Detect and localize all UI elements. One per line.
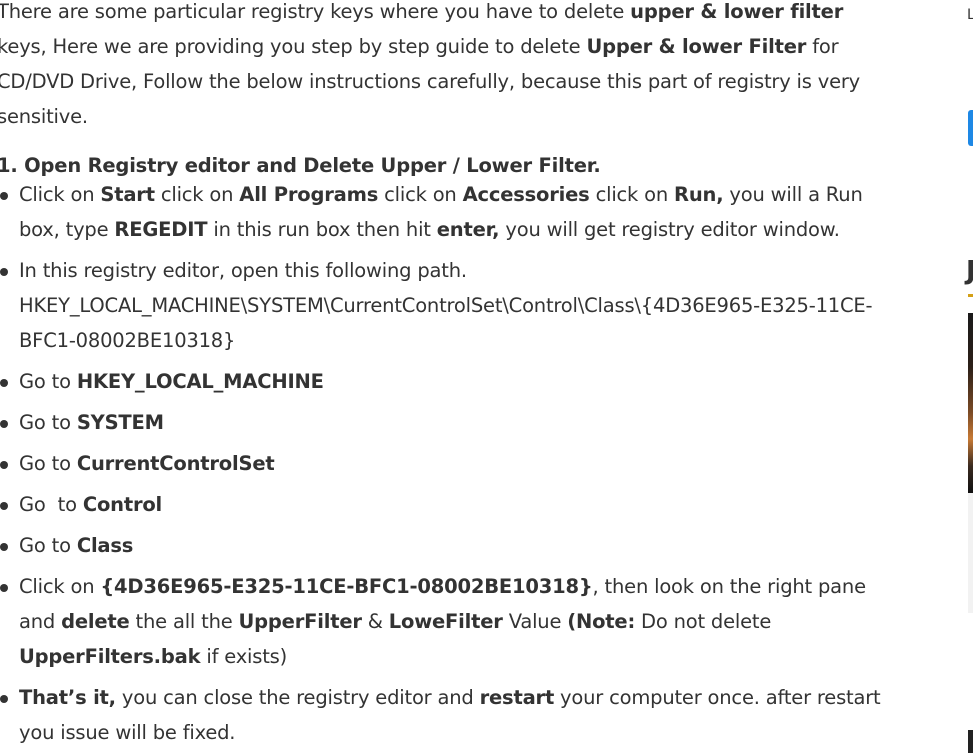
sidebar-heading-fragment: J	[966, 256, 973, 286]
registry-path: HKEY_LOCAL_MACHINE\SYSTEM\CurrentControl…	[19, 294, 873, 352]
step-open-path: In this registry editor, open this follo…	[0, 253, 897, 358]
sidebar-text-fragment: L	[967, 7, 973, 23]
sidebar-button[interactable]	[968, 110, 973, 146]
step-open-run: Click on Start click on All Programs cli…	[0, 177, 897, 247]
article-body: There are some particular registry keys …	[0, 0, 897, 756]
step-class: Go to Class	[0, 528, 897, 563]
sidebar-image-area	[968, 493, 973, 613]
sidebar-heading-underline	[968, 294, 973, 297]
step-currentcontrolset: Go to CurrentControlSet	[0, 446, 897, 481]
steps-list: Click on Start click on All Programs cli…	[0, 177, 897, 750]
sidebar-dark-block	[968, 730, 973, 753]
sidebar-thumbnail-image[interactable]	[968, 313, 973, 493]
intro-text: There are some particular registry keys …	[0, 0, 631, 23]
step-restart: That’s it, you can close the registry ed…	[0, 680, 897, 750]
step-system: Go to SYSTEM	[0, 405, 897, 440]
intro-paragraph: There are some particular registry keys …	[0, 0, 897, 134]
step-hklm: Go to HKEY_LOCAL_MACHINE	[0, 364, 897, 399]
sidebar: L J	[960, 0, 973, 753]
step-delete-filters: Click on {4D36E965-E325-11CE-BFC1-08002B…	[0, 569, 897, 674]
intro-bold: upper & lower filter	[630, 0, 844, 23]
intro-bold: Upper & lower Filter	[586, 35, 807, 58]
intro-text: keys, Here we are providing you step by …	[0, 35, 587, 58]
step-control: Go to Control	[0, 487, 897, 522]
